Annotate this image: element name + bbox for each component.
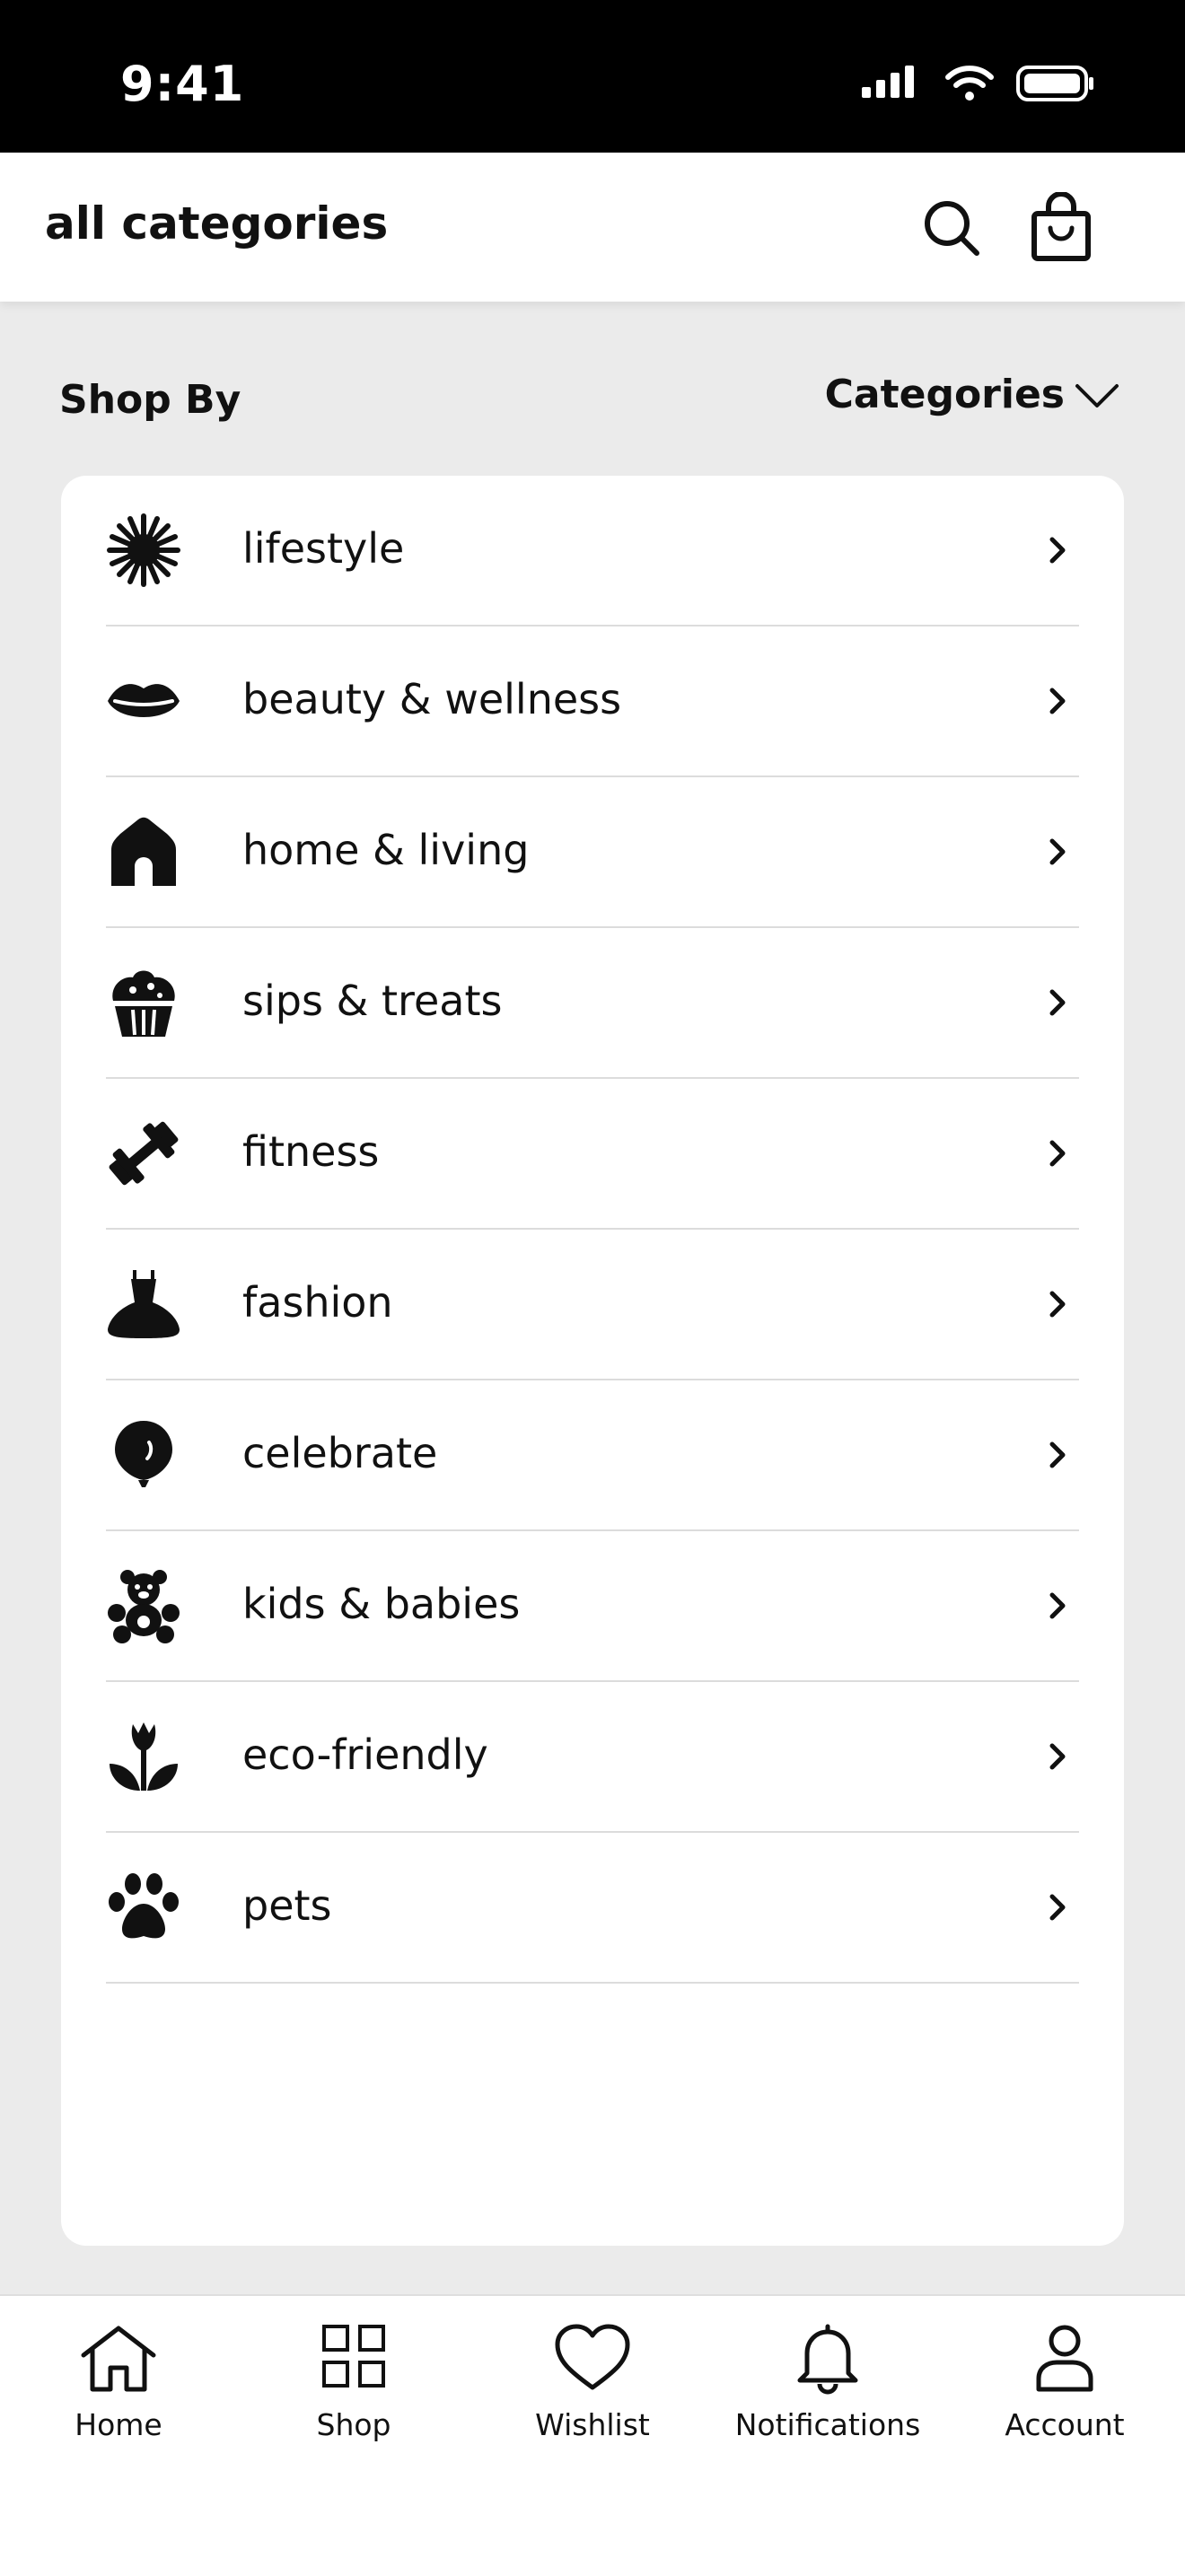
category-item-home-living[interactable]: home & living xyxy=(106,777,1079,928)
house-icon xyxy=(111,817,176,886)
category-item-beauty-wellness[interactable]: beauty & wellness xyxy=(106,626,1079,777)
nav-item-notifications[interactable]: Notifications xyxy=(720,2323,935,2475)
category-label: celebrate xyxy=(242,1429,438,1477)
dumbbell-icon xyxy=(109,1121,179,1186)
teddy-bear-icon xyxy=(108,1570,180,1643)
cupcake-icon xyxy=(112,970,175,1037)
chevron-right-icon xyxy=(1049,1743,1066,1770)
wifi-icon xyxy=(945,66,994,101)
chevron-right-icon xyxy=(1049,688,1066,714)
category-item-kids-babies[interactable]: kids & babies xyxy=(106,1531,1079,1682)
nav-label: Account xyxy=(1005,2407,1125,2442)
category-list: lifestyle beauty & wellness home & livin… xyxy=(61,476,1124,1984)
category-label: pets xyxy=(242,1881,332,1930)
shopping-bag-icon xyxy=(1031,192,1091,261)
chevron-right-icon xyxy=(1049,1291,1066,1318)
category-item-celebrate[interactable]: celebrate xyxy=(106,1380,1079,1531)
nav-item-shop[interactable]: Shop xyxy=(246,2323,461,2475)
category-item-fitness[interactable]: fitness xyxy=(106,1079,1079,1230)
chevron-right-icon xyxy=(1049,1894,1066,1921)
heart-icon xyxy=(555,2324,630,2390)
home-icon xyxy=(81,2326,156,2392)
sun-icon xyxy=(107,513,180,587)
category-item-lifestyle[interactable]: lifestyle xyxy=(106,476,1079,626)
category-label: eco-friendly xyxy=(242,1730,488,1779)
categories-dropdown[interactable]: Categories xyxy=(825,372,1122,417)
category-item-sips-treats[interactable]: sips & treats xyxy=(106,928,1079,1079)
app-header: all categories xyxy=(0,153,1185,302)
chevron-down-icon xyxy=(1075,383,1119,407)
category-label: lifestyle xyxy=(242,524,405,573)
categories-card: lifestyle beauty & wellness home & livin… xyxy=(61,476,1124,2246)
nav-label: Wishlist xyxy=(535,2407,650,2442)
category-label: fitness xyxy=(242,1127,380,1176)
category-label: sips & treats xyxy=(242,977,503,1025)
battery-icon xyxy=(1016,66,1093,101)
cart-button[interactable] xyxy=(1025,192,1097,264)
shop-by-label: Shop By xyxy=(59,377,241,423)
grid-icon xyxy=(322,2325,385,2388)
cellular-signal-icon xyxy=(862,66,914,98)
nav-label: Home xyxy=(75,2407,162,2442)
nav-item-wishlist[interactable]: Wishlist xyxy=(485,2323,700,2475)
chevron-right-icon xyxy=(1049,1592,1066,1619)
lips-icon xyxy=(108,684,180,717)
chevron-right-icon xyxy=(1049,989,1066,1016)
category-item-pets[interactable]: pets xyxy=(106,1833,1079,1984)
chevron-right-icon xyxy=(1049,838,1066,865)
category-label: fashion xyxy=(242,1278,393,1327)
category-item-eco-friendly[interactable]: eco-friendly xyxy=(106,1682,1079,1833)
nav-label: Notifications xyxy=(734,2407,921,2442)
search-icon xyxy=(925,201,979,256)
dress-icon xyxy=(108,1270,180,1338)
status-time: 9:41 xyxy=(120,56,245,112)
search-button[interactable] xyxy=(916,192,988,264)
nav-item-home[interactable]: Home xyxy=(11,2323,226,2475)
user-icon xyxy=(1036,2325,1093,2392)
category-label: home & living xyxy=(242,826,530,874)
nav-item-account[interactable]: Account xyxy=(957,2323,1172,2475)
chevron-right-icon xyxy=(1049,537,1066,564)
dropdown-value: Categories xyxy=(824,372,1065,417)
chevron-right-icon xyxy=(1049,1140,1066,1167)
paw-icon xyxy=(109,1873,179,1939)
chevron-right-icon xyxy=(1049,1441,1066,1468)
category-item-fashion[interactable]: fashion xyxy=(106,1230,1079,1380)
category-label: beauty & wellness xyxy=(242,675,622,723)
plant-icon xyxy=(110,1722,178,1791)
bottom-nav: Home Shop Wishlist Notifications Account xyxy=(0,2294,1185,2576)
status-icons xyxy=(862,65,1095,102)
page-title: all categories xyxy=(45,197,389,250)
category-label: kids & babies xyxy=(242,1580,521,1628)
nav-label: Shop xyxy=(316,2407,391,2442)
status-bar: 9:41 xyxy=(0,0,1185,153)
bell-icon xyxy=(797,2324,858,2395)
balloon-icon xyxy=(115,1421,172,1487)
